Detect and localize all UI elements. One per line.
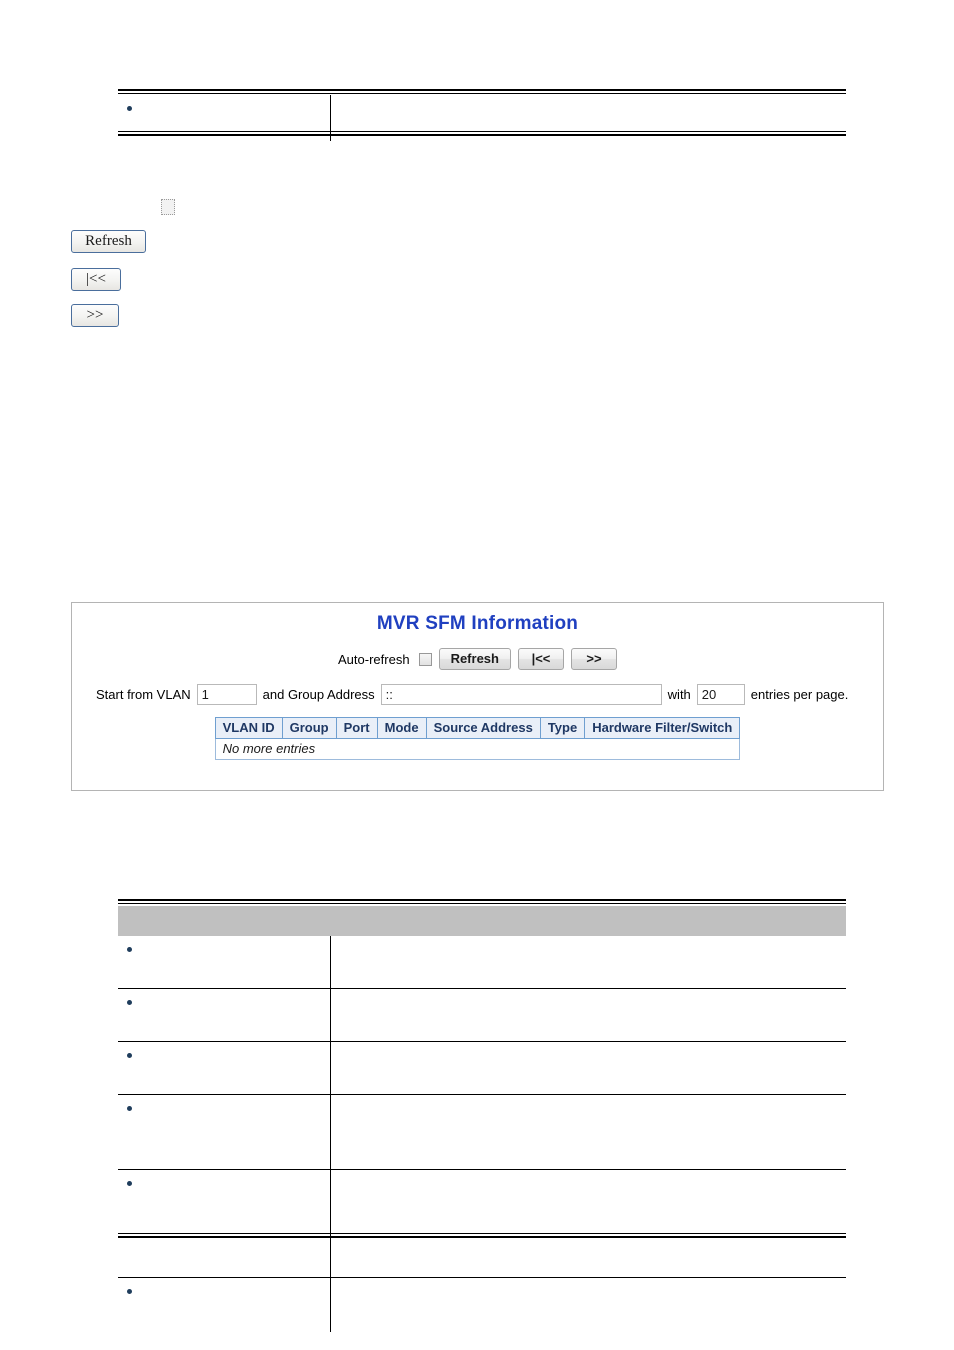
- column-header-source-address: Source Address: [425, 717, 541, 739]
- bottom-row-label-cell: [118, 1094, 331, 1170]
- bottom-row-desc-cell: [330, 988, 846, 1042]
- bottom-row-desc-cell: [330, 1094, 846, 1170]
- bottom-row-label: [126, 1048, 322, 1062]
- table-row: [118, 95, 846, 121]
- bottom-row-desc-cell: [330, 936, 846, 989]
- bottom-parameter-table: [118, 906, 846, 1332]
- top-row-label: [126, 101, 322, 115]
- first-page-button[interactable]: |<<: [517, 648, 564, 670]
- entries-per-page-label: entries per page.: [750, 687, 849, 702]
- table-row: [118, 1169, 846, 1278]
- first-page-button-legacy[interactable]: |<<: [71, 268, 121, 291]
- column-header-group: Group: [281, 717, 337, 739]
- start-vlan-input[interactable]: [196, 684, 257, 705]
- column-header-vlan-id: VLAN ID: [214, 717, 283, 739]
- bottom-column-header-2: [330, 906, 846, 936]
- start-from-vlan-label: Start from VLAN: [96, 687, 191, 702]
- bottom-row-desc-cell: [330, 1169, 846, 1278]
- bottom-row-label: [126, 995, 322, 1009]
- bottom-row-label: [126, 942, 322, 956]
- bottom-row-label-cell: [118, 1277, 331, 1332]
- first-page-button-legacy-label: |<<: [86, 271, 106, 287]
- bottom-row-label: [126, 1284, 322, 1298]
- mvr-sfm-information-panel: MVR SFM Information Auto-refresh Refresh…: [71, 602, 884, 791]
- top-table-top-rule: [118, 89, 846, 94]
- bottom-table-header-row: [118, 906, 846, 936]
- column-header-type: Type: [539, 717, 586, 739]
- bottom-row-label-cell: [118, 1169, 331, 1278]
- auto-refresh-checkbox[interactable]: [418, 652, 432, 666]
- bottom-row-desc-cell: [330, 1041, 846, 1095]
- auto-refresh-label: Auto-refresh: [338, 651, 410, 667]
- next-page-button-legacy[interactable]: >>: [71, 304, 119, 327]
- auto-refresh-checkbox-legacy[interactable]: [161, 199, 175, 215]
- mvr-sfm-table: VLAN ID Group Port Mode Source Address T…: [214, 717, 741, 760]
- bottom-row-label-cell: [118, 936, 331, 989]
- bottom-row-label: [126, 1101, 322, 1115]
- refresh-button-legacy-label: Refresh: [85, 233, 132, 249]
- column-header-mode: Mode: [376, 717, 427, 739]
- group-address-label: and Group Address: [262, 687, 375, 702]
- with-label: with: [667, 687, 691, 702]
- top-row-desc-cell: [331, 95, 847, 121]
- bottom-row-label: [126, 1176, 322, 1190]
- top-table-bottom-rule: [118, 131, 846, 136]
- next-page-button[interactable]: >>: [570, 648, 617, 670]
- bottom-row-desc-cell: [330, 1278, 846, 1333]
- column-header-hardware-filter-switch: Hardware Filter/Switch: [584, 717, 741, 739]
- mvr-toolbar: Auto-refresh Refresh |<< >>: [72, 648, 883, 670]
- mvr-filter-row: Start from VLAN and Group Address with e…: [72, 684, 883, 705]
- bottom-table-top-rule: [118, 899, 846, 904]
- mvr-table-wrap: VLAN ID Group Port Mode Source Address T…: [72, 717, 883, 760]
- group-address-input[interactable]: [380, 684, 662, 705]
- bottom-row-label-cell: [118, 988, 331, 1042]
- mvr-table-header-row: VLAN ID Group Port Mode Source Address T…: [214, 717, 741, 739]
- next-page-button-legacy-label: >>: [86, 307, 104, 323]
- table-row: [118, 1277, 846, 1333]
- column-header-port: Port: [335, 717, 378, 739]
- table-row: [118, 1041, 846, 1095]
- mvr-table-empty-row: No more entries: [214, 738, 741, 760]
- table-row: [118, 988, 846, 1042]
- bottom-row-label-cell: [118, 1041, 331, 1095]
- table-row: [118, 1094, 846, 1170]
- bottom-column-header-1: [118, 906, 330, 936]
- top-row-label-cell: [118, 95, 331, 121]
- no-more-entries-message: No more entries: [214, 738, 741, 760]
- refresh-button[interactable]: Refresh: [438, 648, 511, 670]
- page-title: MVR SFM Information: [376, 613, 579, 634]
- entries-per-page-input[interactable]: [696, 684, 745, 705]
- bottom-table-bottom-rule: [118, 1233, 846, 1238]
- refresh-button-legacy[interactable]: Refresh: [71, 230, 146, 253]
- table-row: [118, 936, 846, 989]
